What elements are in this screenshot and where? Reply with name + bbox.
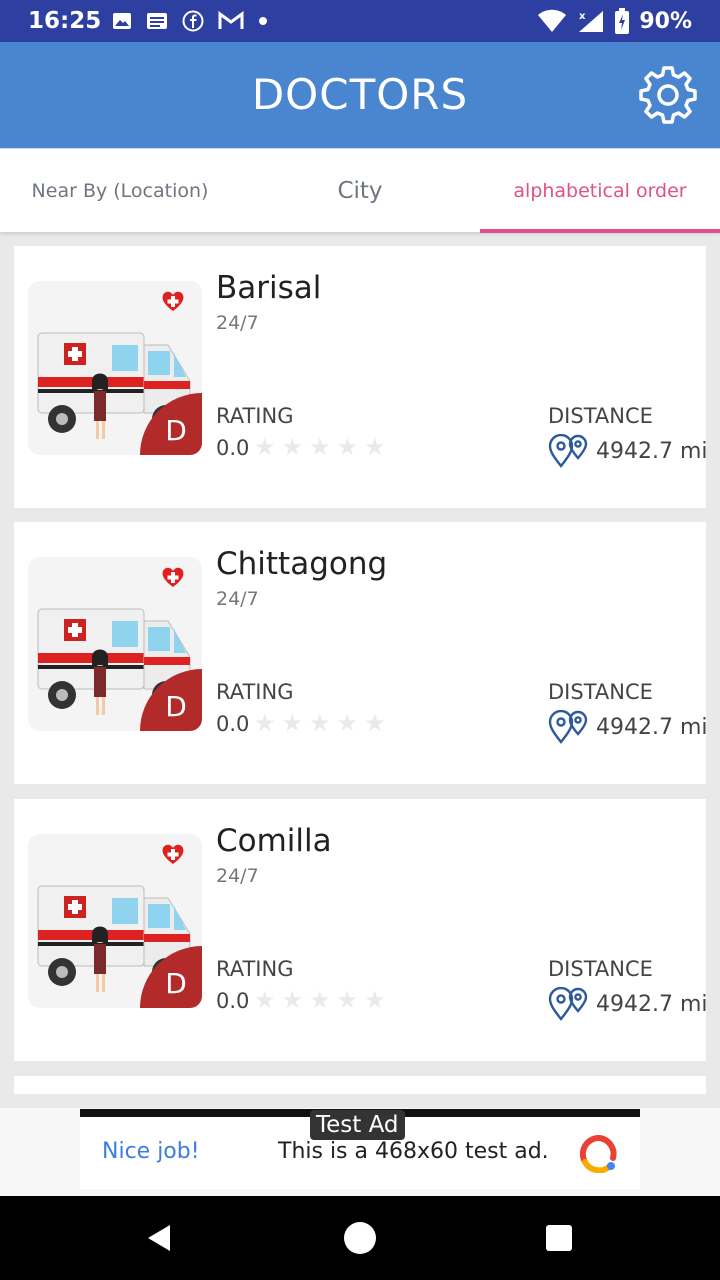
recents-icon[interactable] — [546, 1225, 572, 1251]
star-icon: ★ — [364, 986, 386, 1014]
notification-icons — [112, 10, 268, 32]
rating-stars: ★ ★ ★ ★ ★ — [254, 433, 386, 461]
star-icon: ★ — [336, 433, 359, 461]
status-bar: 16:25 x 90% — [0, 0, 720, 42]
city-title: Chittagong — [216, 546, 388, 582]
gmail-icon — [218, 11, 244, 29]
dot-icon — [259, 17, 267, 25]
gear-icon[interactable] — [638, 64, 698, 124]
doctor-card[interactable]: D Chittagong 24/7 RATING 0.0 ★ ★ ★ ★ ★ DISTA… — [14, 522, 708, 784]
status-time: 16:25 — [28, 8, 102, 34]
star-icon: ★ — [254, 709, 276, 737]
ad-nice-text: Nice job! — [102, 1139, 200, 1164]
ambulance-image: D — [28, 281, 202, 455]
doctor-card[interactable]: D Comilla 24/7 RATING 0.0 ★ ★ ★ ★ ★ DISTANCE… — [14, 799, 708, 1061]
location-pins-icon — [548, 434, 588, 468]
ad-text: This is a 468x60 test ad. — [278, 1139, 549, 1164]
distance-value: 4942.7 mi — [596, 438, 708, 464]
ad-logo-icon — [580, 1135, 617, 1173]
tab-bar: Near By (Location) City alphabetical ord… — [0, 148, 720, 233]
distance-row: 4942.7 mi — [548, 987, 708, 1021]
image-icon — [113, 13, 131, 29]
city-title: Barisal — [216, 270, 322, 306]
signal-icon: x — [579, 11, 604, 32]
star-icon: ★ — [364, 709, 386, 737]
doctor-card[interactable]: D Barisal 24/7 RATING 0.0 ★ ★ ★ ★ ★ DISTANCE… — [14, 246, 708, 508]
star-icon: ★ — [281, 433, 304, 461]
test-ad-label: Test Ad — [310, 1110, 405, 1140]
star-icon: ★ — [364, 433, 386, 461]
distance-label: DISTANCE — [548, 404, 653, 428]
distance-label: DISTANCE — [548, 957, 653, 981]
rating-stars: ★ ★ ★ ★ ★ — [254, 709, 386, 737]
svg-text:x: x — [579, 11, 586, 22]
rating-value: 0.0 — [216, 712, 250, 736]
wifi-icon — [538, 9, 567, 32]
doctor-list[interactable]: D Barisal 24/7 RATING 0.0 ★ ★ ★ ★ ★ DISTANCE… — [0, 232, 720, 1094]
ad-banner: Nice job! This is a 468x60 test ad. Test… — [0, 1108, 720, 1196]
ambulance-image: D — [28, 557, 202, 731]
star-icon: ★ — [336, 709, 359, 737]
star-icon: ★ — [281, 986, 304, 1014]
distance-row: 4942.7 mi — [548, 434, 708, 468]
star-icon: ★ — [309, 709, 331, 737]
star-icon: ★ — [309, 986, 331, 1014]
facebook-icon — [182, 10, 204, 32]
rating-value: 0.0 — [216, 436, 250, 460]
distance-row: 4942.7 mi — [548, 710, 708, 744]
rating-label: RATING — [216, 404, 294, 428]
system-icons: x 90% — [537, 8, 692, 34]
distance-label: DISTANCE — [548, 680, 653, 704]
location-pins-icon — [548, 987, 588, 1021]
doctor-card-partial[interactable] — [14, 1076, 706, 1094]
tab-alphabetical[interactable]: alphabetical order — [480, 149, 720, 233]
star-icon: ★ — [254, 986, 276, 1014]
city-title: Comilla — [216, 823, 332, 859]
battery-icon — [615, 8, 630, 34]
rating-value: 0.0 — [216, 989, 250, 1013]
system-nav-bar — [0, 1196, 720, 1280]
ambulance-image: D — [28, 834, 202, 1008]
page-title: DOCTORS — [251, 70, 469, 119]
rating-label: RATING — [216, 957, 294, 981]
tab-near-by[interactable]: Near By (Location) — [0, 149, 240, 233]
hours-text: 24/7 — [216, 588, 259, 610]
rating-label: RATING — [216, 680, 294, 704]
star-icon: ★ — [309, 433, 331, 461]
heart-plus-icon — [162, 291, 184, 311]
home-icon[interactable] — [344, 1222, 376, 1254]
heart-plus-icon — [162, 844, 184, 864]
star-icon: ★ — [254, 433, 276, 461]
battery-percent: 90% — [639, 8, 692, 34]
tab-city[interactable]: City — [240, 149, 480, 233]
app-bar: DOCTORS — [0, 42, 720, 148]
news-icon — [147, 13, 167, 29]
location-pins-icon — [548, 710, 588, 744]
rating-stars: ★ ★ ★ ★ ★ — [254, 986, 386, 1014]
distance-value: 4942.7 mi — [596, 991, 708, 1017]
star-icon: ★ — [336, 986, 359, 1014]
star-icon: ★ — [281, 709, 304, 737]
back-icon[interactable] — [146, 1223, 172, 1253]
hours-text: 24/7 — [216, 865, 259, 887]
hours-text: 24/7 — [216, 312, 259, 334]
heart-plus-icon — [162, 567, 184, 587]
distance-value: 4942.7 mi — [596, 714, 708, 740]
